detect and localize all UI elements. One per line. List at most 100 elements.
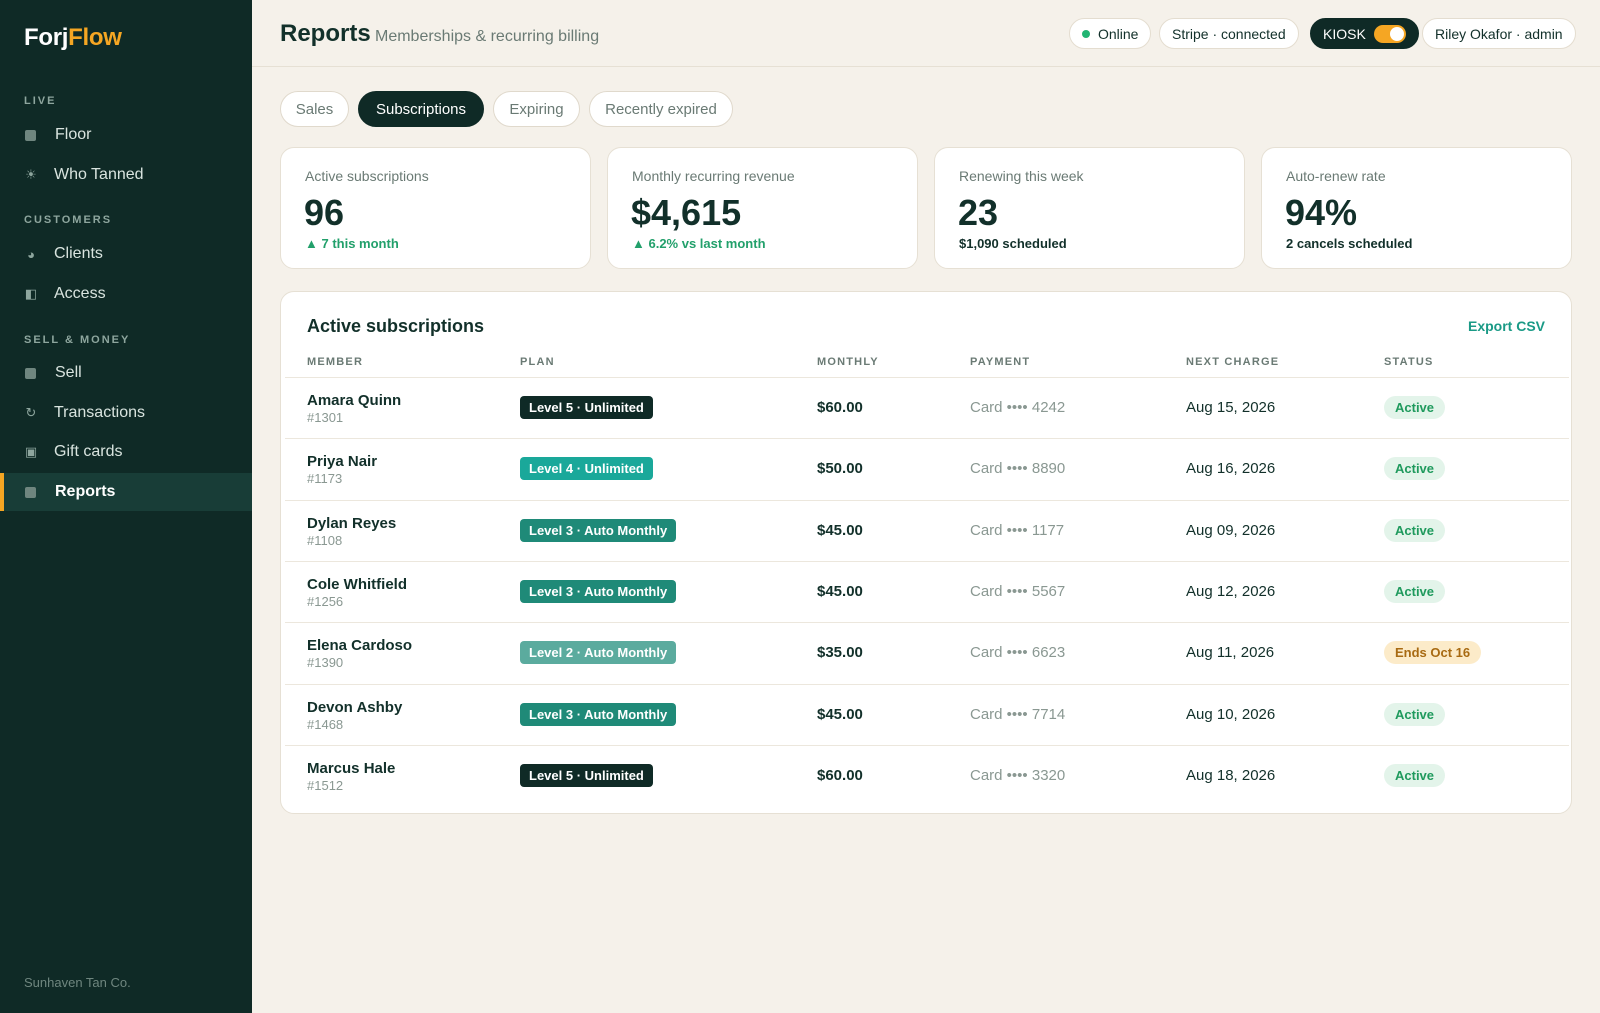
plan-cell: Level 4 · Unlimited (520, 457, 653, 481)
member-name[interactable]: Elena Cardoso (307, 637, 412, 654)
monthly-amount: $45.00 (817, 705, 863, 723)
status-cell: Active (1384, 579, 1446, 603)
column-header-plan[interactable]: PLAN (520, 356, 555, 368)
column-header-member[interactable]: MEMBER (307, 356, 363, 368)
sidebar-item-label: Transactions (54, 404, 145, 421)
payment-method: Card •••• 4242 (970, 399, 1066, 416)
member-cell[interactable]: Elena Cardoso #1390 (307, 637, 412, 670)
status-badge: Active (1384, 763, 1446, 787)
payment-method: Card •••• 3320 (970, 766, 1066, 784)
sidebar: ForjFlow LIVE Floor ☀ Who Tanned CUSTOME… (0, 0, 252, 1013)
stripe-status-label: Stripe · connected (1172, 25, 1286, 42)
stat-trend: ▲ 7 this month (305, 236, 399, 251)
plan-badge: Level 4 · Unlimited (520, 457, 653, 481)
sidebar-item-sell[interactable]: Sell (0, 354, 252, 392)
plan-cell: Level 5 · Unlimited (520, 396, 653, 419)
table-row[interactable]: Marcus Hale #1512 Level 5 · Unlimited $60.0… (285, 744, 1569, 806)
stat-value: 23 (958, 192, 999, 233)
stat-label: Active subscriptions (305, 168, 429, 184)
tab-recently-expired[interactable]: Recently expired (589, 91, 733, 127)
table-row[interactable]: Amara Quinn #1301 Level 5 · Unlimited $60.0… (285, 377, 1569, 438)
member-cell[interactable]: Amara Quinn #1301 (307, 392, 401, 425)
nav-section-live: LIVE (24, 95, 57, 107)
status-badge: Active (1384, 518, 1446, 542)
member-id: #1173 (307, 471, 343, 487)
payment-method: Card •••• 6623 (970, 644, 1066, 662)
plan-cell: Level 2 · Auto Monthly (520, 641, 677, 665)
reports-icon (25, 486, 36, 498)
member-cell[interactable]: Dylan Reyes #1108 (307, 515, 396, 548)
online-status-label: Online (1098, 25, 1139, 42)
member-id: #1512 (307, 777, 344, 793)
sidebar-item-label: Clients (54, 245, 103, 262)
stripe-status-pill[interactable]: Stripe · connected (1159, 18, 1299, 49)
subscriptions-table-panel: Active subscriptions Export CSV MEMBER P… (280, 291, 1572, 814)
stat-sub: 2 cancels scheduled (1286, 236, 1413, 251)
monthly-amount: $45.00 (817, 521, 863, 539)
column-header-next-charge[interactable]: NEXT CHARGE (1186, 356, 1279, 368)
kiosk-toggle[interactable]: KIOSK (1310, 18, 1419, 49)
sidebar-item-gift-cards[interactable]: ▣ Gift cards (0, 433, 252, 471)
member-cell[interactable]: Priya Nair #1173 (307, 453, 377, 486)
table-row[interactable]: Priya Nair #1173 Level 4 · Unlimited $50.00… (285, 438, 1569, 499)
table-row[interactable]: Devon Ashby #1468 Level 3 · Auto Monthly $4… (285, 683, 1569, 745)
app-logo[interactable]: ForjFlow (24, 24, 122, 52)
sidebar-item-clients[interactable]: ◕ Clients (0, 235, 252, 273)
next-charge-date: Aug 11, 2026 (1186, 644, 1275, 662)
tab-subscriptions[interactable]: Subscriptions (358, 91, 484, 127)
column-header-status[interactable]: STATUS (1384, 356, 1434, 368)
sidebar-item-access[interactable]: ◧ Access (0, 275, 252, 313)
sidebar-item-reports[interactable]: Reports (0, 473, 252, 511)
online-dot-icon (1082, 29, 1090, 38)
member-id: #1301 (307, 410, 344, 425)
table-row[interactable]: Dylan Reyes #1108 Level 3 · Auto Monthly $4… (285, 499, 1569, 561)
next-charge-date: Aug 10, 2026 (1186, 705, 1276, 723)
status-badge: Active (1384, 702, 1446, 726)
tab-sales[interactable]: Sales (280, 91, 349, 127)
member-cell[interactable]: Devon Ashby #1468 (307, 699, 402, 732)
plan-badge: Level 2 · Auto Monthly (520, 641, 677, 665)
table-row[interactable]: Cole Whitfield #1256 Level 3 · Auto Monthl… (285, 560, 1569, 622)
nav-section-sell-money: SELL & MONEY (24, 334, 131, 346)
sidebar-item-transactions[interactable]: ↻ Transactions (0, 394, 252, 432)
column-header-monthly[interactable]: MONTHLY (817, 356, 879, 368)
member-name[interactable]: Cole Whitfield (307, 576, 407, 593)
user-menu[interactable]: Riley Okafor · admin (1422, 18, 1576, 49)
stat-value: 96 (304, 192, 345, 233)
payment-method: Card •••• 1177 (970, 521, 1065, 539)
member-cell[interactable]: Cole Whitfield #1256 (307, 576, 407, 609)
member-name[interactable]: Dylan Reyes (307, 515, 396, 532)
member-name[interactable]: Devon Ashby (307, 699, 402, 716)
payment-method: Card •••• 7714 (970, 705, 1066, 723)
tab-expiring[interactable]: Expiring (493, 91, 580, 127)
online-status-pill[interactable]: Online (1069, 18, 1152, 49)
sidebar-item-who-tanned[interactable]: ☀ Who Tanned (0, 156, 252, 194)
table-row[interactable]: Elena Cardoso #1390 Level 2 · Auto Monthly… (285, 622, 1569, 683)
sidebar-item-floor[interactable]: Floor (0, 116, 252, 154)
status-badge: Ends Oct 16 (1384, 641, 1482, 665)
user-label: Riley Okafor · admin (1435, 25, 1563, 42)
member-id: #1390 (307, 655, 344, 671)
clients-icon: ◕ (27, 246, 35, 262)
stat-trend: ▲ 6.2% vs last month (632, 236, 766, 251)
status-badge: Active (1384, 579, 1446, 603)
plan-badge: Level 3 · Auto Monthly (520, 579, 677, 603)
member-cell[interactable]: Marcus Hale #1512 (307, 760, 395, 793)
member-id: #1256 (307, 593, 344, 609)
stat-label: Monthly recurring revenue (632, 168, 795, 184)
member-name[interactable]: Priya Nair (307, 453, 377, 470)
stat-card-renewing: Renewing this week 23 $1,090 scheduled (934, 147, 1245, 269)
member-name[interactable]: Amara Quinn (307, 392, 401, 409)
sell-icon (25, 367, 36, 379)
kiosk-label: KIOSK (1323, 25, 1366, 42)
sun-icon: ☀ (25, 167, 37, 182)
sidebar-item-label: Who Tanned (54, 166, 144, 183)
toggle-switch-icon[interactable] (1373, 24, 1406, 43)
header: Reports Memberships & recurring billing … (252, 0, 1600, 67)
status-badge: Active (1384, 457, 1446, 481)
column-header-payment[interactable]: PAYMENT (970, 356, 1030, 368)
stat-label: Renewing this week (959, 168, 1084, 184)
refresh-icon: ↻ (25, 405, 37, 420)
export-csv-button[interactable]: Export CSV (1468, 318, 1545, 334)
member-name[interactable]: Marcus Hale (307, 760, 395, 777)
